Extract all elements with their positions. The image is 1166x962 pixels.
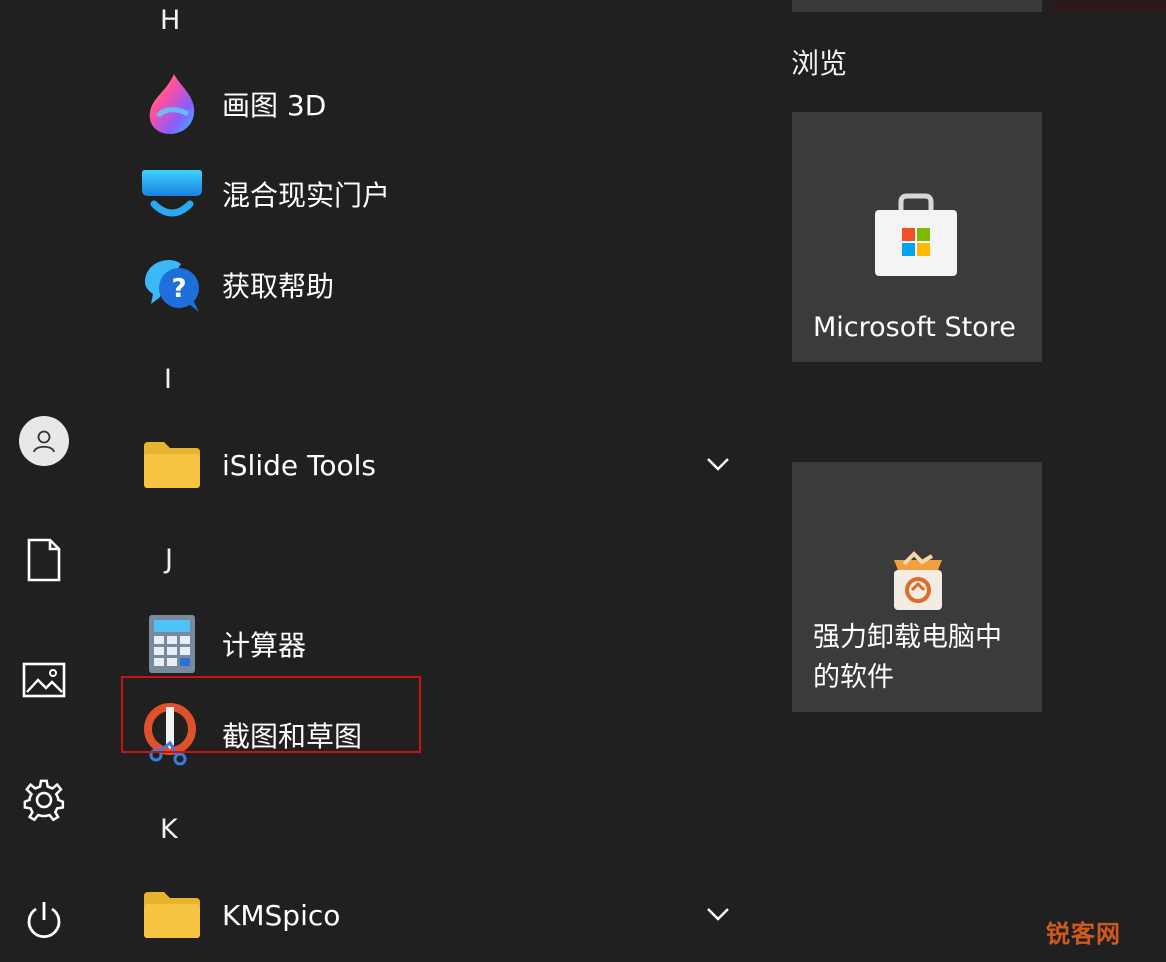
highlight-box — [121, 676, 421, 753]
tile-label-line1: 强力卸载电脑中 — [813, 622, 1002, 653]
app-item-kmspico[interactable]: KMSpico — [140, 879, 740, 951]
app-label: 获取帮助 — [222, 270, 335, 303]
settings-button[interactable] — [18, 774, 70, 826]
tile-uninstall-software[interactable]: 强力卸载电脑中 的软件 — [792, 462, 1042, 712]
tile-label-line2: 的软件 — [813, 662, 894, 693]
tile-group-title[interactable]: 浏览 — [791, 42, 847, 82]
app-item-calculator[interactable]: 计算器 — [140, 608, 740, 680]
document-icon — [27, 538, 61, 582]
app-label: 混合现实门户 — [222, 179, 391, 212]
tile-microsoft-store[interactable]: Microsoft Store — [792, 112, 1042, 362]
section-header-j[interactable]: J — [165, 544, 173, 575]
section-header-h[interactable]: H — [160, 5, 180, 36]
folder-icon — [140, 883, 204, 947]
documents-button[interactable] — [18, 534, 70, 586]
power-button[interactable] — [18, 895, 70, 947]
app-label: 画图 3D — [222, 89, 327, 122]
pictures-icon — [22, 662, 66, 698]
chevron-down-icon[interactable] — [706, 456, 730, 472]
calculator-icon — [140, 612, 204, 676]
app-label: 计算器 — [222, 629, 307, 662]
tile-label: Microsoft Store — [813, 312, 1016, 343]
app-item-get-help[interactable]: ? 获取帮助 — [140, 249, 740, 321]
app-item-paint3d[interactable]: 画图 3D — [140, 68, 740, 140]
app-item-islide-tools[interactable]: iSlide Tools — [140, 429, 740, 501]
app-label: iSlide Tools — [222, 448, 376, 482]
section-header-k[interactable]: K — [160, 814, 178, 845]
folder-icon — [140, 433, 204, 497]
chevron-down-icon[interactable] — [706, 906, 730, 922]
app-item-mixed-reality-portal[interactable]: 混合现实门户 — [140, 158, 740, 230]
tile-label: 强力卸载电脑中 的软件 — [813, 618, 1002, 698]
section-header-i[interactable]: I — [164, 364, 172, 395]
tile-partial-top-right[interactable] — [1052, 0, 1166, 12]
user-icon — [33, 430, 55, 453]
svg-text:?: ? — [171, 274, 186, 304]
gear-icon — [23, 779, 65, 822]
avatar — [19, 416, 69, 466]
power-icon — [27, 902, 61, 939]
mixed-reality-icon — [140, 162, 204, 226]
uninstall-box-icon — [894, 551, 942, 610]
paint3d-icon — [140, 72, 204, 136]
app-label: KMSpico — [222, 898, 341, 932]
store-bag-icon — [875, 193, 957, 276]
user-account-button[interactable] — [18, 415, 70, 467]
tile-partial-top[interactable] — [792, 0, 1042, 12]
pictures-button[interactable] — [18, 654, 70, 706]
watermark: 锐客网 — [1046, 920, 1121, 948]
get-help-icon: ? — [140, 253, 204, 317]
start-left-rail — [0, 0, 90, 962]
